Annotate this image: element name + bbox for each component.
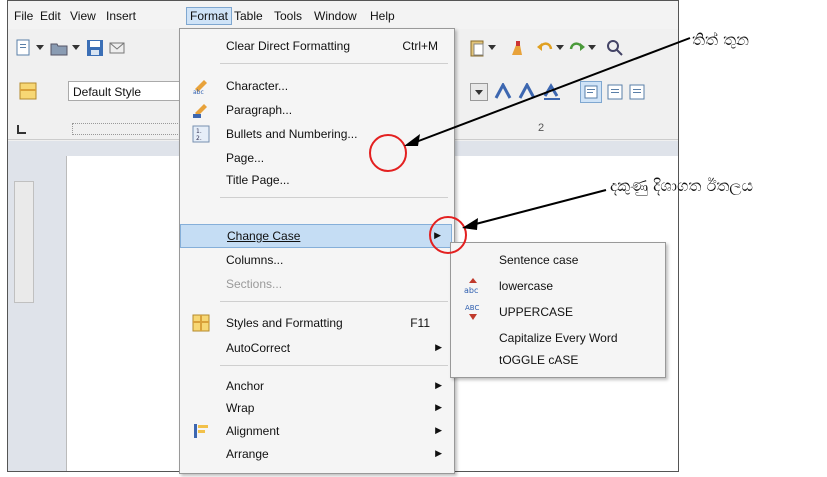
annotation-arrow [407,37,691,146]
annotation-label-right-arrow: දකුණු දිශාගත ඊතලය [610,176,754,195]
annotation-overlay [369,37,691,254]
annotation-arrow [467,189,607,227]
highlight-circle [429,216,467,254]
highlight-circle [369,134,407,172]
arrowhead-icon [404,134,420,146]
arrowhead-icon [462,218,478,230]
annotation-label-three-dots: තිත් තුන [692,30,750,49]
